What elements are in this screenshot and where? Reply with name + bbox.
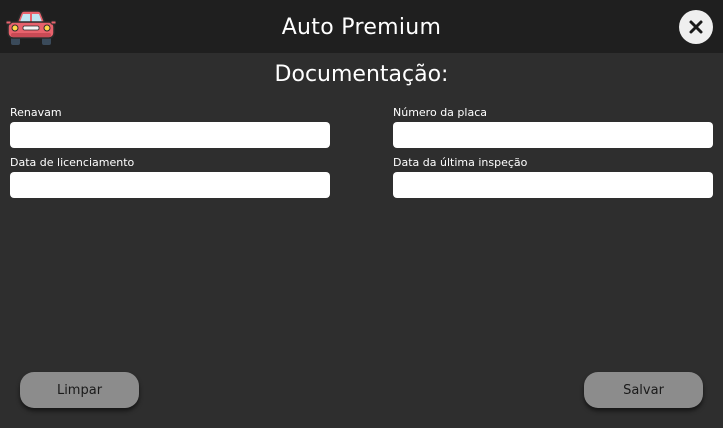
section-title: Documentação: (274, 62, 449, 87)
renavam-input[interactable] (10, 122, 330, 148)
license-date-label: Data de licenciamento (10, 156, 135, 169)
plate-number-input[interactable] (393, 122, 713, 148)
renavam-label: Renavam (10, 106, 62, 119)
app-title: Auto Premium (281, 15, 442, 40)
license-date-input[interactable] (10, 172, 330, 198)
close-icon (689, 20, 703, 34)
clear-button[interactable]: Limpar (20, 372, 139, 408)
close-button[interactable] (679, 10, 713, 44)
last-inspection-date-label: Data da última inspeção (393, 156, 528, 169)
app-window: Auto Premium Documentação: Renavam Númer… (0, 0, 723, 428)
save-button[interactable]: Salvar (584, 372, 703, 408)
last-inspection-date-input[interactable] (393, 172, 713, 198)
title-bar: Auto Premium (0, 0, 723, 53)
plate-number-label: Número da placa (393, 106, 487, 119)
